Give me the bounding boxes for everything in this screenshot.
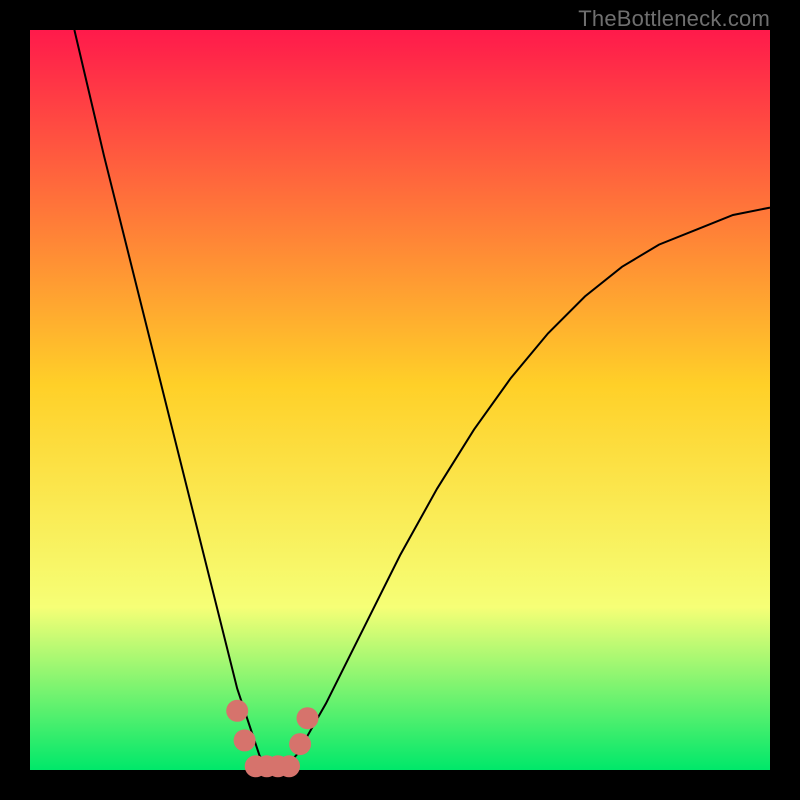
marker-dot bbox=[226, 700, 248, 722]
marker-dot bbox=[297, 707, 319, 729]
chart-container: TheBottleneck.com bbox=[0, 0, 800, 800]
gradient-panel bbox=[30, 30, 770, 770]
marker-dot bbox=[278, 755, 300, 777]
watermark-text: TheBottleneck.com bbox=[578, 6, 770, 32]
bottleneck-chart bbox=[0, 0, 800, 800]
marker-dot bbox=[234, 729, 256, 751]
marker-dot bbox=[289, 733, 311, 755]
